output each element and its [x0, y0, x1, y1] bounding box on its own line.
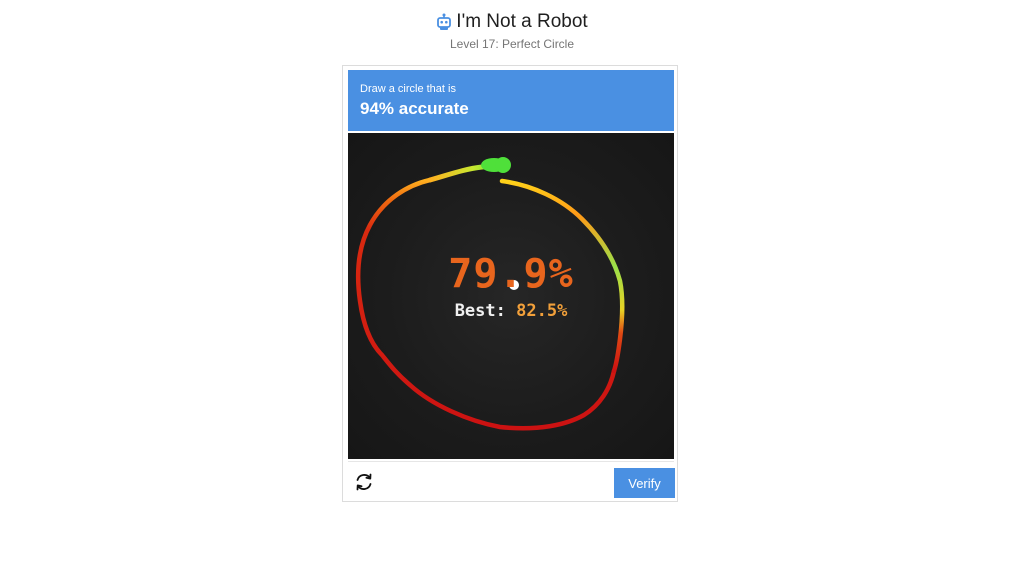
- prompt-bar: Draw a circle that is 94% accurate: [348, 70, 674, 131]
- captcha-card: Draw a circle that is 94% accurate 79.9%…: [342, 65, 678, 502]
- best-value: 82.5%: [516, 301, 568, 321]
- accuracy-score: 79.9%: [448, 251, 574, 297]
- reload-icon[interactable]: [353, 471, 375, 493]
- page-title: I'm Not a Robot: [456, 11, 588, 32]
- prompt-instruction: Draw a circle that is: [360, 83, 456, 95]
- title-row: I'm Not a Robot: [0, 10, 1024, 34]
- best-score: Best: 82.5%: [348, 301, 674, 321]
- footer-divider: [348, 461, 674, 462]
- level-subtitle: Level 17: Perfect Circle: [449, 37, 575, 51]
- best-label: Best:: [454, 301, 506, 321]
- robot-icon: [437, 13, 452, 30]
- prompt-target: 94% accurate: [360, 99, 469, 118]
- drawing-canvas[interactable]: 79.9% Best: 82.5%: [348, 133, 674, 459]
- verify-button[interactable]: Verify: [614, 468, 675, 498]
